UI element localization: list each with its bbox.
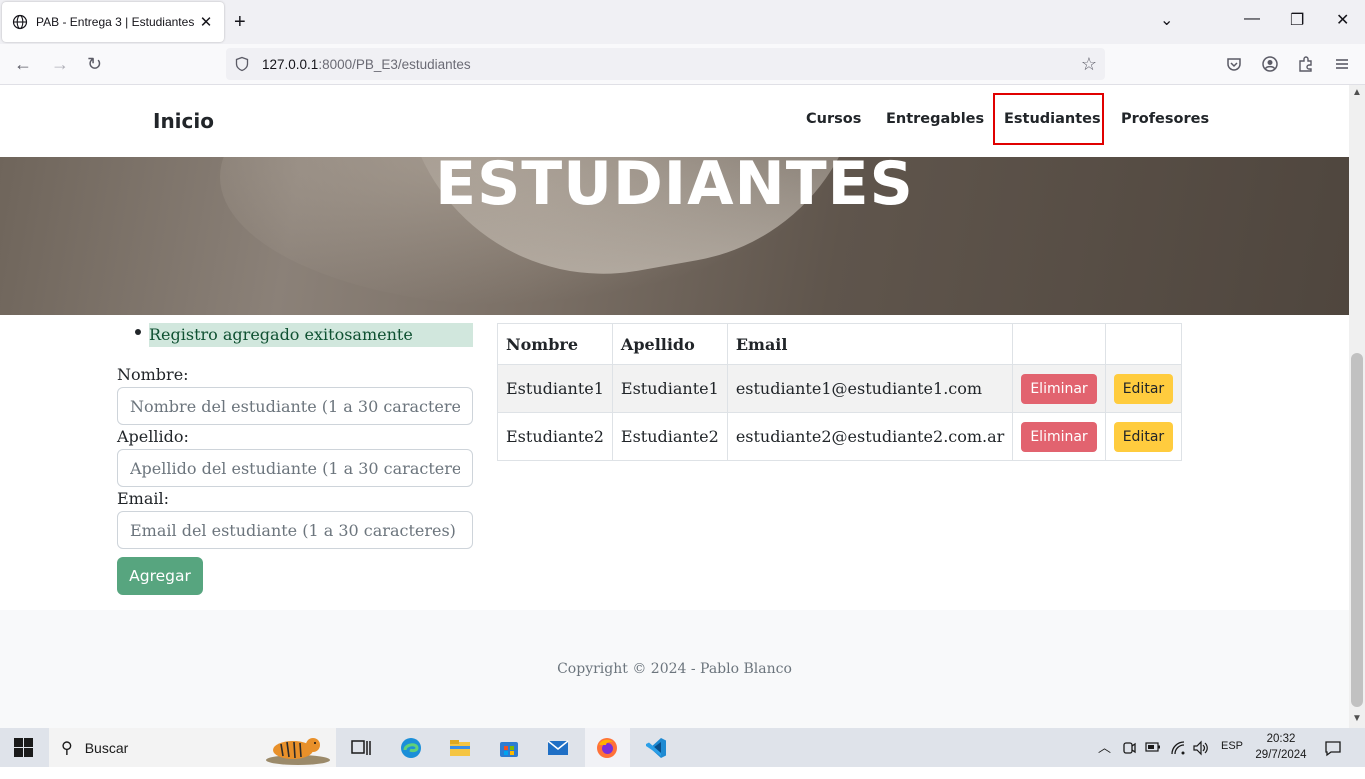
eliminar-button[interactable]: Eliminar [1021, 373, 1097, 404]
reload-icon[interactable]: ↻ [87, 54, 102, 74]
forward-arrow-icon[interactable]: → [51, 54, 69, 74]
nombre-input[interactable] [117, 387, 473, 425]
search-icon: ⚲ [61, 739, 73, 757]
windows-taskbar: ⚲ Buscar ︿ ESP 20:32 29/7/2024 [0, 728, 1365, 767]
site-navbar: Inicio Cursos Entregables Estudiantes Pr… [0, 85, 1349, 157]
brand-link[interactable]: Inicio [153, 109, 214, 133]
header-email: Email [726, 323, 1014, 365]
cell-nombre: Estudiante1 [497, 364, 613, 413]
account-icon[interactable] [1261, 55, 1279, 73]
copyright-text: Copyright © 2024 - Pablo Blanco [557, 661, 792, 677]
browser-tab-strip: PAB - Entrega 3 | Estudiantes ✕ + ⌄ — ❐ … [0, 0, 1365, 44]
editar-button[interactable]: Editar [1113, 421, 1174, 452]
globe-icon [12, 14, 28, 30]
taskbar-search[interactable]: ⚲ Buscar [49, 728, 336, 767]
scroll-down-icon[interactable]: ▼ [1352, 713, 1362, 724]
browser-tab[interactable]: PAB - Entrega 3 | Estudiantes ✕ [2, 2, 224, 42]
cell-delete: Eliminar [1012, 412, 1106, 461]
address-bar[interactable]: 127.0.0.1:8000/PB_E3/estudiantes ☆ [226, 48, 1105, 149]
tiger-illustration-icon [266, 738, 330, 765]
browser-toolbar: ← → ↻ 127.0.0.1:8000/PB_E3/estudiantes ☆ [0, 44, 1365, 149]
apellido-input[interactable] [117, 449, 473, 487]
cell-email: estudiante1@estudiante1.com [726, 364, 1014, 413]
header-actions-edit [1104, 323, 1183, 365]
cell-delete: Eliminar [1012, 364, 1106, 413]
restore-icon[interactable]: ❐ [1290, 10, 1304, 30]
clock-date: 29/7/2024 [1255, 749, 1307, 761]
vscode-icon[interactable] [644, 736, 668, 760]
battery-icon[interactable] [1145, 741, 1161, 753]
cell-apellido: Estudiante1 [611, 364, 728, 413]
shield-icon[interactable] [234, 56, 250, 72]
nav-link-cursos[interactable]: Cursos [806, 111, 861, 127]
success-message: Registro agregado exitosamente [149, 323, 473, 347]
bookmark-star-icon[interactable]: ☆ [1081, 54, 1097, 75]
web-page: Inicio Cursos Entregables Estudiantes Pr… [0, 85, 1349, 728]
cell-edit: Editar [1104, 364, 1183, 413]
tray-chevron-up-icon[interactable]: ︿ [1098, 737, 1111, 776]
new-tab-icon[interactable]: + [234, 12, 246, 32]
task-view-icon[interactable] [349, 736, 373, 760]
header-actions-delete [1012, 323, 1106, 365]
cell-edit: Editar [1104, 412, 1183, 461]
nombre-label: Nombre: [117, 365, 189, 384]
table-row: Estudiante1 Estudiante1 estudiante1@estu… [497, 364, 1183, 413]
table-header-row: Nombre Apellido Email [497, 323, 1183, 365]
table-row: Estudiante2 Estudiante2 estudiante2@estu… [497, 412, 1183, 461]
header-nombre: Nombre [497, 323, 613, 365]
cell-apellido: Estudiante2 [611, 412, 728, 461]
email-label: Email: [117, 489, 170, 508]
extensions-icon[interactable] [1297, 55, 1315, 73]
students-table: Nombre Apellido Email Estudiante1 Estudi… [497, 323, 1183, 461]
menu-icon[interactable] [1333, 55, 1351, 73]
notifications-icon[interactable] [1324, 739, 1342, 757]
scrollbar-thumb[interactable] [1351, 353, 1363, 707]
tab-list-chevron-icon[interactable]: ⌄ [1160, 10, 1173, 30]
language-indicator[interactable]: ESP [1221, 740, 1243, 779]
pocket-icon[interactable] [1225, 55, 1243, 73]
success-alert: Registro agregado exitosamente [117, 323, 473, 347]
site-footer: Copyright © 2024 - Pablo Blanco [0, 610, 1349, 728]
header-apellido: Apellido [611, 323, 728, 365]
edge-icon[interactable] [399, 736, 423, 760]
back-arrow-icon[interactable]: ← [14, 54, 32, 74]
meet-now-icon[interactable] [1122, 740, 1136, 756]
bullet-icon [135, 329, 141, 335]
scroll-up-icon[interactable]: ▲ [1352, 87, 1362, 98]
close-window-icon[interactable]: ✕ [1336, 10, 1349, 30]
clock-time: 20:32 [1266, 733, 1296, 745]
nav-link-entregables[interactable]: Entregables [886, 111, 984, 127]
apellido-label: Apellido: [117, 427, 189, 446]
eliminar-button[interactable]: Eliminar [1021, 421, 1097, 452]
editar-button[interactable]: Editar [1113, 373, 1174, 404]
page-heading: ESTUDIANTES [435, 157, 914, 219]
minimize-icon[interactable]: — [1244, 10, 1260, 28]
email-input[interactable] [117, 511, 473, 549]
volume-icon[interactable] [1192, 740, 1210, 756]
masthead-banner: ESTUDIANTES [0, 157, 1349, 315]
cell-nombre: Estudiante2 [497, 412, 613, 461]
tab-title: PAB - Entrega 3 | Estudiantes [36, 15, 195, 29]
wifi-icon[interactable] [1170, 740, 1186, 756]
cell-email: estudiante2@estudiante2.com.ar [726, 412, 1014, 461]
store-icon[interactable] [497, 736, 521, 760]
mail-icon[interactable] [546, 736, 570, 760]
nav-link-estudiantes[interactable]: Estudiantes [1004, 111, 1101, 127]
taskbar-clock[interactable]: 20:32 29/7/2024 [1248, 731, 1314, 763]
search-label: Buscar [84, 739, 129, 756]
close-tab-icon[interactable]: ✕ [198, 13, 214, 31]
firefox-icon[interactable] [595, 736, 619, 760]
url-text[interactable]: 127.0.0.1:8000/PB_E3/estudiantes [262, 57, 471, 72]
windows-start-icon[interactable] [14, 738, 33, 757]
agregar-button[interactable]: Agregar [117, 557, 203, 595]
page-scrollbar[interactable]: ▲ ▼ [1349, 85, 1365, 728]
nav-link-profesores[interactable]: Profesores [1121, 111, 1209, 127]
file-explorer-icon[interactable] [448, 736, 472, 760]
